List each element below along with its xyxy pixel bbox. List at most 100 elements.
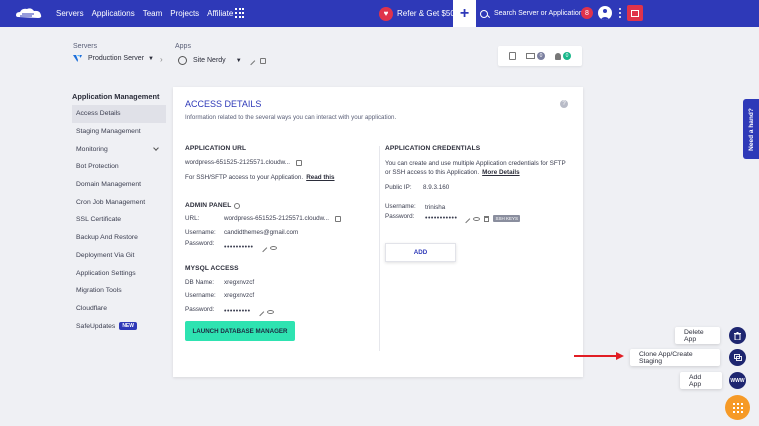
sidebar-item-domain-management[interactable]: Domain Management [72,176,166,194]
sidebar-item-label: Cloudflare [76,304,107,312]
sidebar-item-label: Migration Tools [76,287,122,295]
edit-password-icon[interactable] [258,243,267,252]
sidebar-item-monitoring[interactable]: Monitoring [72,140,166,158]
app-url-row: wordpress-651525-2125571.cloudw... [185,159,303,166]
db-username: xregxnvzcf [224,292,255,299]
info-icon[interactable] [234,202,241,209]
delete-app-icon[interactable] [729,327,746,344]
apps-grid-icon[interactable] [235,8,245,18]
admin-url-link[interactable]: wordpress-651525-2125571.cloudw... [224,215,329,222]
db-username-label: Username: [185,292,216,299]
read-this-link[interactable]: Read this [306,174,334,181]
more-menu-icon[interactable] [619,8,621,18]
ssh-note: For SSH/SFTP access to your Application.… [185,174,335,181]
search-icon [480,9,488,18]
eye-icon[interactable] [266,309,274,314]
help-icon[interactable]: ? [560,100,568,108]
notification-badge[interactable]: 8 [581,7,593,19]
sidebar-item-label: Domain Management [76,181,141,189]
db-password-row: ••••••••• [224,307,274,316]
refer-button[interactable]: ♥ Refer & Get $50 [379,6,455,21]
app-selector[interactable]: Site Nerdy ▼ [178,56,266,65]
sidebar-item-ssl-certificate[interactable]: SSL Certificate [72,211,166,229]
sidebar-item-safeupdates[interactable]: SafeUpdates NEW [72,317,166,335]
db-name-label: DB Name: [185,279,215,286]
nav-affiliate[interactable]: Affiliate [207,9,233,18]
servers-label: Servers [73,43,98,50]
caret-down-icon: ▼ [235,57,242,64]
cred-username-label: Username: [385,203,416,210]
sidebar-item-access-details[interactable]: Access Details [72,105,166,123]
search-placeholder: Search Server or Application [494,10,583,17]
cred-username: trinisha [425,204,446,211]
admin-username: candidthemes@gmail.com [224,229,299,236]
team-count[interactable]: 0 [555,52,571,60]
external-link-icon[interactable] [296,159,303,166]
mysql-title: MYSQL ACCESS [185,265,239,272]
gift-icon[interactable] [627,5,643,21]
db-password-label: Password: [185,306,215,313]
app-url-title: APPLICATION URL [185,145,247,152]
edit-icon[interactable] [246,56,255,65]
edit-password-icon[interactable] [255,307,264,316]
sidebar-item-cloudflare[interactable]: Cloudflare [72,300,166,318]
sidebar-item-label: Cron Job Management [76,198,146,206]
admin-username-label: Username: [185,229,216,236]
red-arrow-annotation [574,352,624,360]
sidebar-item-staging-management[interactable]: Staging Management [72,123,166,141]
mail-icon [526,53,535,59]
server-selector[interactable]: Production Server ▼ [73,54,154,63]
credentials-desc-text: or SSH access to this Application. [385,169,480,176]
search-field[interactable]: Search Server or Application [480,6,594,21]
need-a-hand-tab[interactable]: Need a hand? [743,99,759,159]
edit-password-icon[interactable] [462,214,471,223]
sidebar-item-bot-protection[interactable]: Bot Protection [72,158,166,176]
add-app-row: Add App [680,372,722,389]
external-link-icon[interactable] [335,215,342,222]
add-new-button[interactable]: + [453,0,476,27]
sidebar-item-label: SSL Certificate [76,216,122,224]
nav-projects[interactable]: Projects [170,9,199,18]
nav-applications[interactable]: Applications [92,9,135,18]
clone-app-row: Clone App/Create Staging [630,349,720,366]
sidebar-item-application-settings[interactable]: Application Settings [72,264,166,282]
refer-label: Refer & Get $50 [397,9,455,18]
team-count-badge: 0 [563,52,571,60]
cloudways-logo[interactable] [14,6,44,21]
delete-app-button[interactable]: Delete App [675,327,720,344]
db-password: ••••••••• [224,308,251,315]
clone-app-create-staging-button[interactable]: Clone App/Create Staging [630,349,720,366]
user-avatar[interactable] [598,6,612,20]
add-credential-button[interactable]: ADD [385,243,456,262]
admin-password-row: •••••••••• [224,243,277,252]
sidebar-item-label: SafeUpdates [76,322,116,330]
external-link-icon[interactable] [259,57,266,64]
sidebar-item-deployment-via-git[interactable]: Deployment Via Git [72,247,166,265]
more-details-link[interactable]: More Details [482,169,519,176]
eye-icon[interactable] [473,216,481,221]
sidebar-item-migration-tools[interactable]: Migration Tools [72,282,166,300]
add-app-button[interactable]: Add App [680,372,722,389]
panel-title: ACCESS DETAILS [185,99,262,109]
eye-icon[interactable] [269,245,277,250]
www-icon[interactable]: WWW [729,372,746,389]
sidebar-item-backup-and-restore[interactable]: Backup And Restore [72,229,166,247]
admin-panel-title-text: ADMIN PANEL [185,202,232,209]
nav-team[interactable]: Team [143,9,163,18]
nav-servers[interactable]: Servers [56,9,84,18]
sidebar-title: Application Management [72,92,160,101]
clone-app-icon[interactable] [729,349,746,366]
sidebar-item-label: Monitoring [76,145,108,153]
sidebar-item-label: Bot Protection [76,163,119,171]
sidebar-item-label: Application Settings [76,269,136,277]
fab-menu-button[interactable] [725,395,750,420]
ssh-keys-button[interactable]: SSH KEYS [493,215,520,222]
servers-count[interactable] [509,52,516,60]
db-name: xregxnvzcf [224,279,255,286]
app-url-link[interactable]: wordpress-651525-2125571.cloudw... [185,159,290,166]
trash-icon[interactable] [484,215,490,222]
launch-database-manager-button[interactable]: LAUNCH DATABASE MANAGER [185,321,295,341]
mail-count[interactable]: 0 [526,52,545,60]
admin-panel-title: ADMIN PANEL [185,202,241,209]
sidebar-item-cron-job-management[interactable]: Cron Job Management [72,193,166,211]
